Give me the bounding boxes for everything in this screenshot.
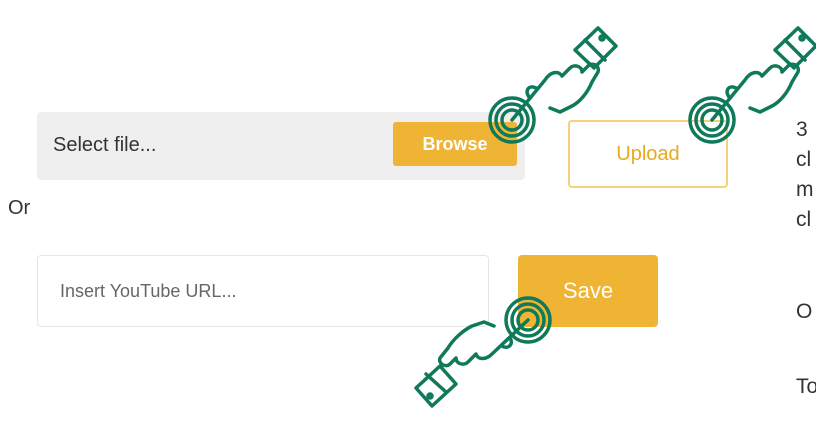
upload-button[interactable]: Upload xyxy=(568,120,728,188)
side-text-line: 3 xyxy=(796,118,808,141)
browse-button[interactable]: Browse xyxy=(393,122,517,166)
side-text-line: cl xyxy=(796,148,812,171)
file-select-label: Select file... xyxy=(53,134,157,156)
side-text-line: To xyxy=(796,375,816,398)
side-text-line: m xyxy=(796,178,814,201)
or-separator: Or xyxy=(8,197,31,219)
file-select-field[interactable]: Select file... Browse xyxy=(37,112,525,180)
youtube-url-input[interactable] xyxy=(37,255,489,327)
side-text-line: cl xyxy=(796,208,812,231)
save-button[interactable]: Save xyxy=(518,255,658,327)
side-text-line: O xyxy=(796,300,813,323)
